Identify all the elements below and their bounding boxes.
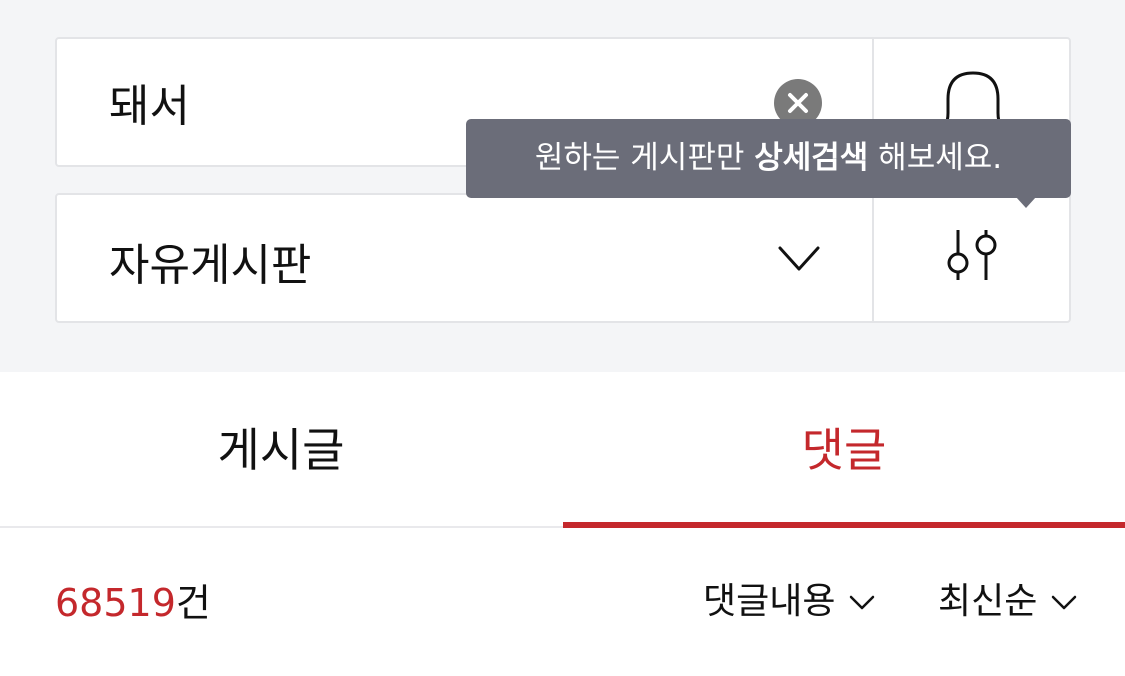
board-select-value: 자유게시판 (109, 240, 312, 291)
tab-comments[interactable]: 댓글 (563, 372, 1125, 524)
result-count: 68519건 (55, 572, 211, 627)
chevron-down-icon[interactable] (777, 245, 821, 273)
results-bar: 68519건 댓글내용 최신순 (0, 528, 1125, 658)
result-count-number: 68519 (55, 581, 176, 625)
advanced-search-tooltip: 원하는 게시판만 상세검색 해보세요. (466, 119, 1071, 198)
sort-order-dropdown[interactable]: 최신순 (938, 572, 1077, 624)
sort-order-label: 최신순 (938, 581, 1038, 622)
tab-posts[interactable]: 게시글 (0, 372, 562, 524)
advanced-search-button[interactable] (874, 195, 1071, 321)
result-tabs: 게시글 댓글 (0, 372, 1125, 528)
chevron-down-icon (850, 595, 875, 610)
sliders-icon (947, 230, 997, 280)
search-scope-label: 댓글내용 (703, 581, 836, 622)
search-panel: 자유게시판 원하는 게시판만 상세검색 해보세요. (0, 0, 1125, 372)
board-selector[interactable]: 자유게시판 (55, 193, 1071, 323)
tooltip-arrow (1016, 197, 1036, 208)
tooltip-text: 원하는 게시판만 (534, 140, 755, 176)
tooltip-bold-text: 상세검색 (754, 140, 869, 176)
chevron-down-icon (1052, 595, 1077, 610)
search-scope-dropdown[interactable]: 댓글내용 (703, 572, 875, 624)
close-icon (788, 93, 808, 113)
result-count-unit: 건 (175, 581, 211, 625)
tooltip-text-end: 해보세요. (868, 140, 1003, 176)
